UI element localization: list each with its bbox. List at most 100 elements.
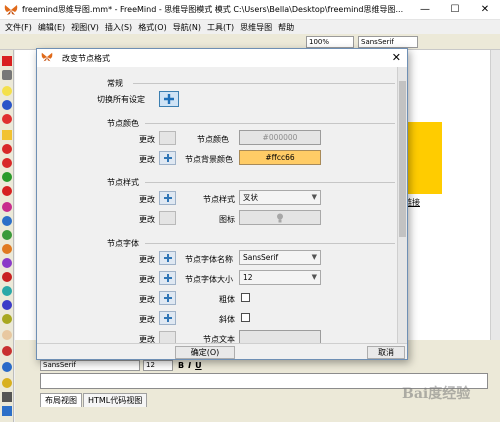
dialog-scrollbar[interactable] (397, 67, 407, 343)
bold-change-button[interactable] (159, 291, 176, 305)
node-color-label: 节点颜色 (197, 135, 229, 144)
exclamation-icon[interactable] (2, 114, 12, 124)
chevron-down-icon: ▼ (311, 193, 317, 201)
change-label-icon: 更改 (139, 215, 155, 224)
font-size-label: 节点字体大小 (185, 275, 233, 284)
menu-navigate[interactable]: 导航(N) (170, 22, 204, 33)
watermark: Bai度经验 (402, 386, 471, 402)
font-size-change-button[interactable] (159, 271, 176, 285)
priority-1-icon[interactable] (2, 202, 12, 212)
close-window-button[interactable]: ✕ (470, 0, 500, 20)
priority-7-icon[interactable] (2, 286, 12, 296)
traffic-light-icon[interactable] (2, 392, 12, 402)
divider (145, 123, 395, 124)
canvas-scrollbar[interactable] (490, 50, 500, 340)
zoom-select[interactable]: 100% (306, 36, 354, 48)
underline-button[interactable]: U (195, 361, 202, 370)
font-size-value: 12 (243, 273, 253, 282)
menu-edit[interactable]: 编辑(E) (35, 22, 68, 33)
font-size-select[interactable]: 12 ▼ (239, 270, 321, 285)
font-name-label: 节点字体名称 (185, 255, 233, 264)
change-label-text: 更改 (139, 335, 155, 343)
ok-button[interactable]: 确定(O) (175, 346, 235, 359)
warning-icon[interactable] (2, 130, 12, 140)
flag-icon[interactable] (2, 346, 12, 356)
arrow-icon[interactable] (2, 406, 12, 416)
node-style-change-button[interactable] (159, 191, 176, 205)
priority-4-icon[interactable] (2, 244, 12, 254)
freemind-butterfly-icon (4, 3, 18, 17)
maximize-button[interactable]: ☐ (440, 0, 470, 20)
bulb-icon[interactable] (2, 86, 12, 96)
cross-icon[interactable] (2, 186, 12, 196)
bold-button[interactable]: B (178, 361, 184, 370)
italic-label: 斜体 (219, 315, 235, 324)
dialog-scrollbar-thumb[interactable] (399, 81, 406, 237)
menu-view[interactable]: 视图(V) (68, 22, 102, 33)
menu-mindmap[interactable]: 思维导图 (237, 22, 275, 33)
change-label-bold: 更改 (139, 295, 155, 304)
remove-icon[interactable] (2, 56, 12, 66)
change-label-bgcolor: 更改 (139, 155, 155, 164)
icon-select[interactable] (239, 210, 321, 225)
format-node-dialog: 改变节点格式 ✕ 常规 切换所有设定 节点颜色 更改 节点颜色 #000000 … (36, 48, 408, 360)
dialog-body: 常规 切换所有设定 节点颜色 更改 节点颜色 #000000 更改 节点背景颜色… (37, 67, 407, 343)
chevron-down-icon: ▼ (311, 273, 317, 281)
toolbar-font-select[interactable]: SansSerif (358, 36, 418, 48)
smiley-icon[interactable] (2, 330, 12, 340)
menu-format[interactable]: 格式(O) (135, 22, 170, 33)
star-icon[interactable] (2, 378, 12, 388)
node-color-change-toggle[interactable] (159, 131, 176, 145)
priority-3-icon[interactable] (2, 230, 12, 240)
menubar: 文件(F) 编辑(E) 视图(V) 插入(S) 格式(O) 导航(N) 工具(T… (0, 20, 500, 34)
node-color-field[interactable]: #000000 (239, 130, 321, 145)
menu-tools[interactable]: 工具(T) (204, 22, 237, 33)
question-icon[interactable] (2, 100, 12, 110)
minimize-button[interactable]: — (410, 0, 440, 20)
tab-html-view[interactable]: HTML代码视图 (83, 393, 148, 407)
node-style-select[interactable]: 叉状 ▼ (239, 190, 321, 205)
dialog-titlebar: 改变节点格式 ✕ (37, 49, 407, 67)
note-editor-toolbar: SansSerif 12 B I U (40, 358, 500, 372)
italic-button[interactable]: I (188, 361, 191, 370)
note-size-select[interactable]: 12 (143, 359, 173, 371)
stop-icon[interactable] (2, 144, 12, 154)
check-icon[interactable] (2, 172, 12, 182)
trash-icon[interactable] (2, 70, 12, 80)
divider (133, 83, 395, 84)
priority-5-icon[interactable] (2, 258, 12, 268)
toggle-all-label: 切换所有设定 (97, 95, 145, 104)
info-icon[interactable] (2, 362, 12, 372)
node-bgcolor-label: 节点背景颜色 (185, 155, 233, 164)
italic-change-button[interactable] (159, 311, 176, 325)
menu-help[interactable]: 帮助 (275, 22, 297, 33)
dialog-title: 改变节点格式 (62, 53, 110, 63)
toggle-all-button[interactable] (159, 91, 179, 107)
icon-change-toggle[interactable] (159, 211, 176, 225)
node-text-field[interactable] (239, 330, 321, 343)
cancel-button[interactable]: 取消 (367, 346, 405, 359)
bold-checkbox[interactable] (241, 293, 250, 302)
font-name-change-button[interactable] (159, 251, 176, 265)
change-label-fontname: 更改 (139, 255, 155, 264)
menu-file[interactable]: 文件(F) (2, 22, 35, 33)
note-font-select[interactable]: SansSerif (40, 359, 140, 371)
node-bgcolor-field[interactable]: #ffcc66 (239, 150, 321, 165)
priority-8-icon[interactable] (2, 300, 12, 310)
priority-6-icon[interactable] (2, 272, 12, 282)
font-name-select[interactable]: SansSerif ▼ (239, 250, 321, 265)
dialog-close-icon[interactable]: ✕ (392, 51, 401, 64)
node-bgcolor-change-button[interactable] (159, 151, 176, 165)
node-style-label: 节点样式 (203, 195, 235, 204)
no-entry-icon[interactable] (2, 158, 12, 168)
section-font: 节点字体 (107, 239, 139, 248)
priority-2-icon[interactable] (2, 216, 12, 226)
priority-9-icon[interactable] (2, 314, 12, 324)
node-text-change-toggle[interactable] (159, 331, 176, 343)
tab-layout-view[interactable]: 布局视图 (40, 393, 82, 407)
section-style: 节点样式 (107, 178, 139, 187)
menu-insert[interactable]: 插入(S) (102, 22, 135, 33)
change-label-fontsize: 更改 (139, 275, 155, 284)
italic-checkbox[interactable] (241, 313, 250, 322)
divider (145, 182, 395, 183)
